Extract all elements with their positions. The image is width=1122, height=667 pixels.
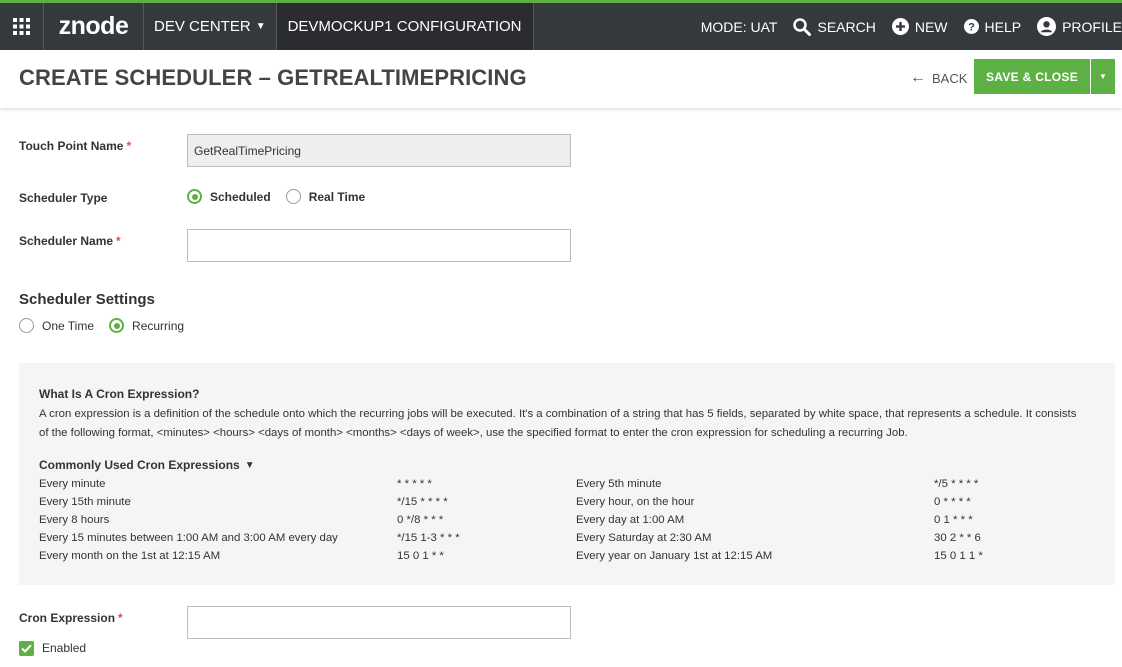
- dev-center-label: DEV CENTER: [154, 18, 251, 35]
- help-button[interactable]: ? HELP: [963, 18, 1022, 35]
- cron-expression: 0 * * * *: [934, 496, 971, 508]
- scheduler-type-radio-group: Scheduled Real Time: [187, 189, 380, 204]
- cron-expression: 15 0 1 * *: [397, 550, 444, 562]
- cron-expression-label: Cron Expression *: [19, 611, 123, 625]
- touch-point-name-text: Touch Point Name: [19, 139, 124, 153]
- mode-indicator: MODE: UAT: [701, 19, 778, 35]
- radio-one-time[interactable]: [19, 318, 34, 333]
- radio-real-time-label: Real Time: [308, 189, 366, 204]
- cron-info-panel: What Is A Cron Expression? A cron expres…: [19, 363, 1115, 585]
- help-icon: ?: [963, 19, 979, 34]
- back-label: BACK: [932, 70, 968, 86]
- cron-description: Every year on January 1st at 12:15 AM: [576, 550, 773, 562]
- cron-description: Every 15 minutes between 1:00 AM and 3:0…: [39, 532, 338, 544]
- chevron-down-icon: ▼: [244, 459, 255, 471]
- required-mark: *: [126, 139, 132, 153]
- znode-logo[interactable]: znode: [44, 3, 144, 50]
- touch-point-name-field[interactable]: GetRealTimePricing: [187, 134, 571, 167]
- cron-description: Every 15th minute: [39, 496, 131, 508]
- configuration-label: DEVMOCKUP1 CONFIGURATION: [287, 18, 522, 35]
- radio-one-time-label: One Time: [42, 318, 95, 333]
- cron-expression: 0 1 * * *: [934, 514, 973, 526]
- app-grid-icon: [13, 18, 30, 35]
- caret-down-icon: ▼: [1099, 72, 1107, 81]
- scheduler-settings-radio-group: One Time Recurring: [19, 318, 199, 333]
- search-button[interactable]: SEARCH: [793, 17, 876, 36]
- required-mark: *: [116, 234, 121, 248]
- cron-expression: */5 * * * *: [934, 478, 979, 490]
- radio-scheduled-label: Scheduled: [210, 189, 271, 204]
- scheduler-name-text: Scheduler Name: [19, 234, 114, 248]
- save-options-dropdown[interactable]: ▼: [1091, 59, 1115, 94]
- cron-expression: * * * * *: [397, 478, 432, 490]
- radio-recurring[interactable]: [109, 318, 125, 333]
- cron-expression: 30 2 * * 6: [934, 532, 981, 544]
- cron-expression: */15 * * * *: [397, 496, 448, 508]
- cron-expression: 15 0 1 1 *: [934, 550, 983, 562]
- cron-description: Every 8 hours: [39, 514, 110, 526]
- chevron-down-icon: ▼: [255, 21, 266, 32]
- svg-text:?: ?: [968, 22, 975, 34]
- cron-info-description: A cron expression is a definition of the…: [39, 408, 1077, 439]
- page-header: CREATE SCHEDULER – GETREALTIMEPRICING ← …: [0, 50, 1122, 108]
- search-icon: [793, 17, 812, 36]
- radio-real-time[interactable]: [285, 189, 301, 204]
- help-label: HELP: [984, 18, 1022, 35]
- user-avatar-icon: [1037, 17, 1057, 36]
- touch-point-name-label: Touch Point Name *: [19, 139, 131, 153]
- configuration-tab[interactable]: DEVMOCKUP1 CONFIGURATION: [276, 3, 534, 50]
- cron-description: Every day at 1:00 AM: [576, 514, 685, 526]
- enabled-label: Enabled: [42, 641, 87, 655]
- scheduler-name-label: Scheduler Name *: [19, 234, 121, 248]
- cron-description: Every hour, on the hour: [576, 496, 695, 508]
- required-mark: *: [118, 611, 123, 625]
- dev-center-dropdown[interactable]: DEV CENTER ▼: [144, 3, 277, 50]
- page-title: CREATE SCHEDULER – GETREALTIMEPRICING: [19, 65, 527, 90]
- cron-expression-text: Cron Expression: [19, 611, 116, 625]
- cron-description: Every 5th minute: [576, 478, 662, 490]
- scheduler-settings-title: Scheduler Settings: [19, 291, 155, 308]
- save-close-button[interactable]: SAVE & CLOSE: [974, 59, 1090, 94]
- cron-expression: 0 */8 * * *: [397, 514, 444, 526]
- checkmark-icon: [21, 644, 32, 653]
- new-button[interactable]: NEW: [891, 18, 948, 35]
- common-expressions-toggle[interactable]: Commonly Used Cron Expressions ▼: [39, 458, 255, 472]
- cron-description: Every minute: [39, 478, 106, 490]
- search-label: SEARCH: [817, 18, 876, 35]
- scheduler-type-label: Scheduler Type: [19, 191, 108, 205]
- logo-text: znode: [58, 12, 129, 40]
- radio-recurring-label: Recurring: [132, 318, 185, 333]
- profile-button[interactable]: PROFILE: [1037, 17, 1122, 36]
- touch-point-name-value: GetRealTimePricing: [194, 143, 301, 158]
- scheduler-name-input[interactable]: [187, 229, 571, 262]
- nav-actions: MODE: UAT SEARCH NEW ? HELP PROFILE: [685, 3, 1122, 50]
- cron-expression: */15 1-3 * * *: [397, 532, 460, 544]
- mode-label: MODE: UAT: [700, 18, 778, 35]
- cron-expression-input[interactable]: [187, 606, 571, 639]
- app-grid-button[interactable]: [0, 3, 44, 50]
- cron-description: Every month on the 1st at 12:15 AM: [39, 550, 221, 562]
- new-label: NEW: [914, 18, 948, 35]
- profile-label: PROFILE: [1062, 18, 1122, 35]
- plus-circle-icon: [891, 18, 909, 35]
- back-button[interactable]: ← BACK: [910, 69, 967, 87]
- enabled-checkbox[interactable]: [19, 641, 34, 656]
- cron-description: Every Saturday at 2:30 AM: [576, 532, 712, 544]
- arrow-left-icon: ←: [910, 69, 926, 86]
- common-expressions-label: Commonly Used Cron Expressions: [39, 458, 240, 472]
- cron-info-title: What Is A Cron Expression?: [39, 387, 200, 401]
- radio-scheduled[interactable]: [187, 189, 202, 204]
- top-nav: znode DEV CENTER ▼ DEVMOCKUP1 CONFIGURAT…: [0, 0, 1122, 50]
